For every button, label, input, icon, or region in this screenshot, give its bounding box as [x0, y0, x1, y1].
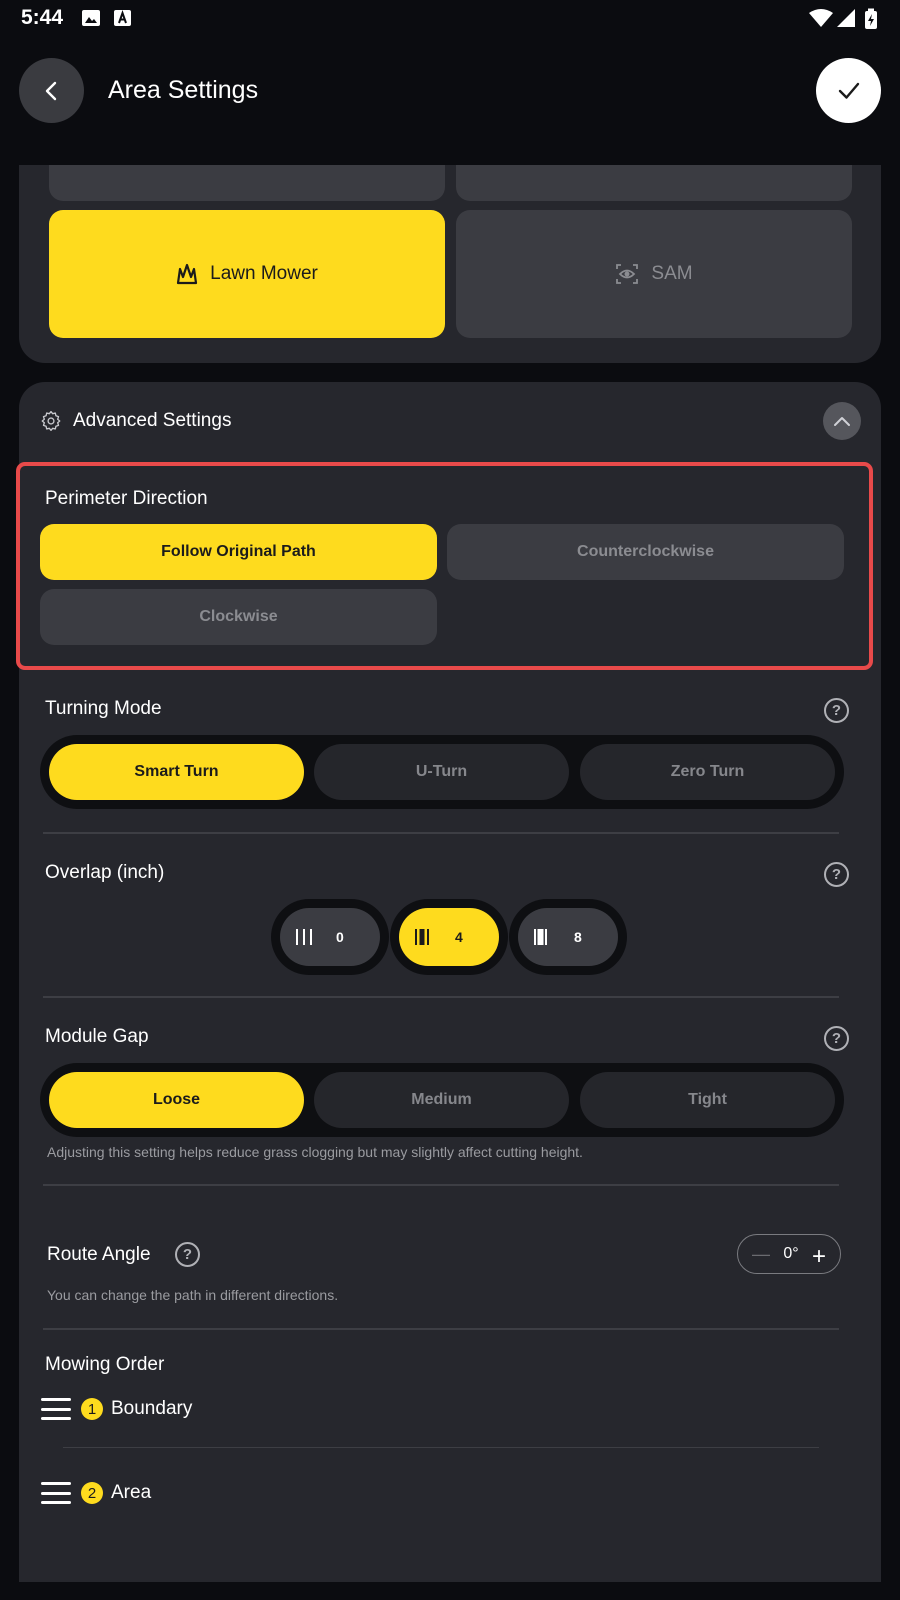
image-notification-icon [82, 10, 100, 26]
eye-scan-icon [616, 264, 639, 284]
overlap-value: 4 [455, 929, 463, 945]
chevron-up-icon [834, 417, 850, 426]
mowing-order-item[interactable]: 2 Area [41, 1482, 151, 1504]
wifi-icon [809, 9, 833, 27]
module-gap-loose[interactable]: Loose [49, 1072, 304, 1128]
section-divider [43, 1184, 839, 1186]
back-button[interactable] [19, 58, 84, 123]
grass-icon [177, 263, 198, 285]
advanced-settings-card: Advanced Settings Perimeter Direction Fo… [16, 382, 881, 1582]
mowing-order-item[interactable]: 1 Boundary [41, 1398, 192, 1420]
lawn-mower-option[interactable]: Lawn Mower [49, 210, 445, 338]
mower-type-card: Lawn Mower SAM [19, 165, 881, 363]
mowing-order-title: Mowing Order [45, 1354, 165, 1375]
overlap-help-icon[interactable]: ? [824, 862, 849, 887]
overlap-option-8[interactable]: 8 [509, 899, 627, 975]
gear-icon [41, 411, 61, 431]
chevron-left-icon [45, 81, 56, 100]
order-index-badge: 2 [81, 1482, 103, 1504]
lines-spaced-icon [296, 929, 312, 945]
route-angle-help-icon[interactable]: ? [175, 1242, 200, 1267]
perimeter-follow-original-path[interactable]: Follow Original Path [40, 524, 437, 580]
turning-zero-turn[interactable]: Zero Turn [580, 744, 835, 800]
module-gap-selector: Loose Medium Tight [40, 1063, 844, 1137]
section-divider [43, 996, 839, 998]
perimeter-direction-title: Perimeter Direction [45, 488, 208, 509]
check-icon [838, 82, 859, 99]
overlap-title: Overlap (inch) [45, 862, 165, 883]
order-item-label: Boundary [111, 1398, 193, 1419]
perimeter-counterclockwise[interactable]: Counterclockwise [447, 524, 844, 580]
advanced-settings-header: Advanced Settings [41, 410, 231, 432]
mower-type-tile-partial[interactable] [49, 165, 445, 201]
module-gap-tight[interactable]: Tight [580, 1072, 835, 1128]
perimeter-clockwise[interactable]: Clockwise [40, 589, 437, 645]
turning-mode-selector: Smart Turn U-Turn Zero Turn [40, 735, 844, 809]
route-angle-note: You can change the path in different dir… [47, 1287, 339, 1303]
route-angle-decrement-button[interactable]: — [752, 1244, 770, 1265]
status-time: 5:44 [21, 6, 64, 29]
sam-label: SAM [651, 263, 693, 284]
drag-handle-icon[interactable] [41, 1398, 71, 1420]
turning-mode-help-icon[interactable]: ? [824, 698, 849, 723]
lawn-mower-label: Lawn Mower [210, 263, 318, 284]
lines-overlap-icon [415, 929, 429, 945]
confirm-button[interactable] [816, 58, 881, 123]
mower-type-tile-partial[interactable] [456, 165, 852, 201]
cellular-signal-icon [837, 9, 855, 27]
app-notification-icon [114, 9, 131, 26]
section-divider [43, 1328, 839, 1330]
advanced-settings-title: Advanced Settings [73, 410, 232, 431]
order-index-badge: 1 [81, 1398, 103, 1420]
module-gap-title: Module Gap [45, 1026, 149, 1047]
overlap-option-0[interactable]: 0 [271, 899, 389, 975]
route-angle-value: 0° [783, 1245, 799, 1262]
section-divider [43, 832, 839, 834]
status-bar: 5:44 [0, 0, 900, 38]
overlap-value: 0 [336, 929, 344, 945]
overlap-value: 8 [574, 929, 582, 945]
collapse-button[interactable] [823, 402, 861, 440]
route-angle-increment-button[interactable]: + [812, 1245, 826, 1269]
overlap-selector: 0 4 8 [271, 899, 627, 975]
route-angle-stepper: — 0° + [737, 1234, 841, 1274]
module-gap-note: Adjusting this setting helps reduce gras… [47, 1144, 583, 1160]
turning-u-turn[interactable]: U-Turn [314, 744, 569, 800]
order-item-label: Area [111, 1482, 152, 1503]
page-title: Area Settings [108, 76, 259, 104]
turning-mode-title: Turning Mode [45, 698, 162, 719]
overlap-option-4[interactable]: 4 [390, 899, 508, 975]
sam-option[interactable]: SAM [456, 210, 852, 338]
battery-charging-icon [865, 8, 877, 29]
module-gap-help-icon[interactable]: ? [824, 1026, 849, 1051]
lines-overlap-wide-icon [534, 929, 547, 945]
turning-smart-turn[interactable]: Smart Turn [49, 744, 304, 800]
module-gap-medium[interactable]: Medium [314, 1072, 569, 1128]
app-header: Area Settings [0, 50, 900, 160]
route-angle-title: Route Angle [47, 1244, 151, 1265]
drag-handle-icon[interactable] [41, 1482, 71, 1504]
list-divider [63, 1447, 819, 1448]
